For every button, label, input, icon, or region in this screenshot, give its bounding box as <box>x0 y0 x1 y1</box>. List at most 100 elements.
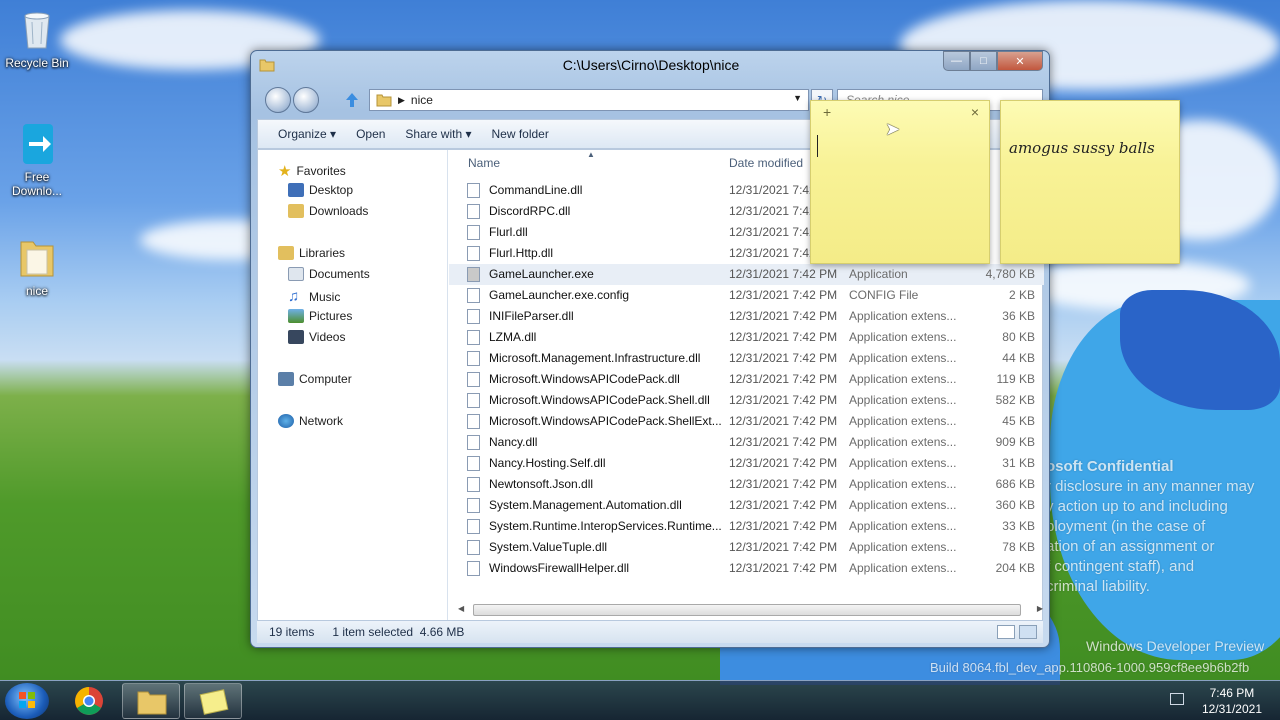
mouse-pointer-icon: ➤ <box>885 119 901 139</box>
file-row[interactable]: INIFileParser.dll 12/31/2021 7:42 PM Appli… <box>449 306 1044 327</box>
file-row[interactable]: Microsoft.WindowsAPICodePack.Shell.dll 12… <box>449 390 1044 411</box>
desktop-icon-label: Recycle Bin <box>5 56 69 70</box>
downloads-folder-icon <box>288 204 304 218</box>
nav-desktop[interactable]: Desktop <box>288 183 353 197</box>
file-row[interactable]: Microsoft.WindowsAPICodePack.dll 12/31/20… <box>449 369 1044 390</box>
file-date: 12/31/2021 7:42 PM <box>729 519 838 533</box>
add-note-icon[interactable]: + <box>823 104 831 120</box>
caption-buttons: — □ ✕ <box>943 51 1043 71</box>
sticky-note[interactable]: + × ➤ <box>810 100 990 264</box>
file-icon <box>467 246 480 261</box>
address-bar[interactable]: ▶ nice ▼ <box>369 89 809 111</box>
sticky-note[interactable]: amogus sussy balls <box>1000 100 1180 264</box>
nav-downloads[interactable]: Downloads <box>288 204 368 218</box>
file-name: Microsoft.WindowsAPICodePack.ShellExt... <box>489 414 722 428</box>
folder-icon <box>137 691 167 715</box>
nav-label: Network <box>299 414 344 428</box>
desktop-icon-nice-folder[interactable]: nice <box>0 236 74 298</box>
file-type: Application extens... <box>849 477 957 491</box>
nav-favorites[interactable]: ★ Favorites <box>278 162 346 180</box>
column-name-header[interactable]: Name <box>468 156 500 170</box>
file-date: 12/31/2021 7:42 <box>729 183 816 197</box>
file-size: 36 KB <box>1002 309 1035 323</box>
file-icon <box>467 561 480 576</box>
file-size: 686 KB <box>995 477 1035 491</box>
pictures-icon <box>288 309 304 323</box>
download-icon <box>23 124 53 164</box>
file-date: 12/31/2021 7:42 PM <box>729 393 838 407</box>
file-date: 12/31/2021 7:42 PM <box>729 309 838 323</box>
close-button[interactable]: ✕ <box>997 51 1043 71</box>
file-size: 2 KB <box>1008 288 1035 302</box>
documents-icon <box>288 267 304 281</box>
file-type: Application extens... <box>849 372 957 386</box>
file-row[interactable]: Microsoft.WindowsAPICodePack.ShellExt...… <box>449 411 1044 432</box>
file-row[interactable]: Nancy.Hosting.Self.dll 12/31/2021 7:42 PM… <box>449 453 1044 474</box>
desktop-icon-recycle-bin[interactable]: Recycle Bin <box>0 8 74 70</box>
file-row[interactable]: Microsoft.Management.Infrastructure.dll 1… <box>449 348 1044 369</box>
organize-menu[interactable]: Organize ▾ <box>268 127 346 141</box>
file-size: 44 KB <box>1002 351 1035 365</box>
file-row[interactable]: LZMA.dll 12/31/2021 7:42 PM Application ex… <box>449 327 1044 348</box>
file-name: System.ValueTuple.dll <box>489 540 608 554</box>
file-icon <box>467 288 480 303</box>
network-tray-icon[interactable] <box>1170 693 1184 705</box>
close-icon[interactable]: × <box>971 104 979 120</box>
large-icons-view-icon[interactable] <box>1019 625 1037 639</box>
file-row[interactable]: Nancy.dll 12/31/2021 7:42 PM Application e… <box>449 432 1044 453</box>
breadcrumb[interactable]: nice <box>411 93 433 107</box>
maximize-button[interactable]: □ <box>970 51 997 71</box>
music-note-icon: ♫ <box>288 288 300 305</box>
scrollbar-thumb[interactable] <box>473 604 1021 616</box>
file-row-selected[interactable]: GameLauncher.exe 12/31/2021 7:42 PM Applic… <box>449 264 1044 285</box>
sticky-note-text[interactable]: amogus sussy balls <box>1009 139 1155 157</box>
file-row[interactable]: GameLauncher.exe.config 12/31/2021 7:42 P… <box>449 285 1044 306</box>
explorer-taskbar-button[interactable] <box>122 683 180 719</box>
sticky-notes-taskbar-button[interactable] <box>184 683 242 719</box>
column-date-header[interactable]: Date modified <box>729 156 803 170</box>
clock[interactable]: 7:46 PM 12/31/2021 <box>1202 685 1262 717</box>
chevron-down-icon[interactable]: ▼ <box>793 93 802 103</box>
nav-libraries[interactable]: Libraries <box>278 246 345 260</box>
file-size: 119 KB <box>996 372 1035 386</box>
status-bar: 19 items 1 item selected 4.66 MB <box>257 621 1043 643</box>
file-row[interactable]: Newtonsoft.Json.dll 12/31/2021 7:42 PM App… <box>449 474 1044 495</box>
nav-documents[interactable]: Documents <box>288 267 370 281</box>
nav-computer[interactable]: Computer <box>278 372 352 386</box>
nav-label: Computer <box>299 372 352 386</box>
file-name: Microsoft.Management.Infrastructure.dll <box>489 351 701 365</box>
file-name: WindowsFirewallHelper.dll <box>489 561 630 575</box>
application-icon <box>467 267 480 282</box>
scroll-right-icon[interactable]: ▶ <box>1037 604 1043 613</box>
new-folder-button[interactable]: New folder <box>481 127 558 141</box>
details-view-icon[interactable] <box>997 625 1015 639</box>
up-arrow-icon[interactable] <box>345 92 359 108</box>
clock-time: 7:46 PM <box>1209 686 1255 700</box>
network-icon <box>278 414 294 428</box>
desktop-icon-label: nice <box>25 284 48 298</box>
minimize-button[interactable]: — <box>943 51 970 71</box>
file-type: Application extens... <box>849 414 957 428</box>
nav-network[interactable]: Network <box>278 414 343 428</box>
forward-button[interactable] <box>293 87 319 113</box>
file-name: Microsoft.WindowsAPICodePack.dll <box>489 372 680 386</box>
chrome-taskbar-button[interactable] <box>72 685 106 717</box>
start-button[interactable] <box>5 683 49 719</box>
file-row[interactable]: WindowsFirewallHelper.dll 12/31/2021 7:42… <box>449 558 1044 579</box>
watermark-line: r disclosure in any manner may <box>1046 478 1255 495</box>
desktop-icon-free-download[interactable]: Free Downlo... <box>0 122 74 198</box>
share-with-menu[interactable]: Share with ▾ <box>395 127 481 141</box>
nav-music[interactable]: ♫ Music <box>288 288 340 305</box>
file-row[interactable]: System.ValueTuple.dll 12/31/2021 7:42 PM A… <box>449 537 1044 558</box>
nav-pictures[interactable]: Pictures <box>288 309 352 323</box>
nav-videos[interactable]: Videos <box>288 330 345 344</box>
open-button[interactable]: Open <box>346 127 395 141</box>
file-row[interactable]: System.Runtime.InteropServices.Runtime..… <box>449 516 1044 537</box>
horizontal-scrollbar[interactable]: ◀ ▶ <box>458 602 1043 618</box>
scroll-left-icon[interactable]: ◀ <box>458 604 464 613</box>
file-row[interactable]: System.Management.Automation.dll 12/31/20… <box>449 495 1044 516</box>
videos-icon <box>288 330 304 344</box>
file-icon <box>467 540 480 555</box>
back-button[interactable] <box>265 87 291 113</box>
file-date: 12/31/2021 7:42 PM <box>729 456 838 470</box>
